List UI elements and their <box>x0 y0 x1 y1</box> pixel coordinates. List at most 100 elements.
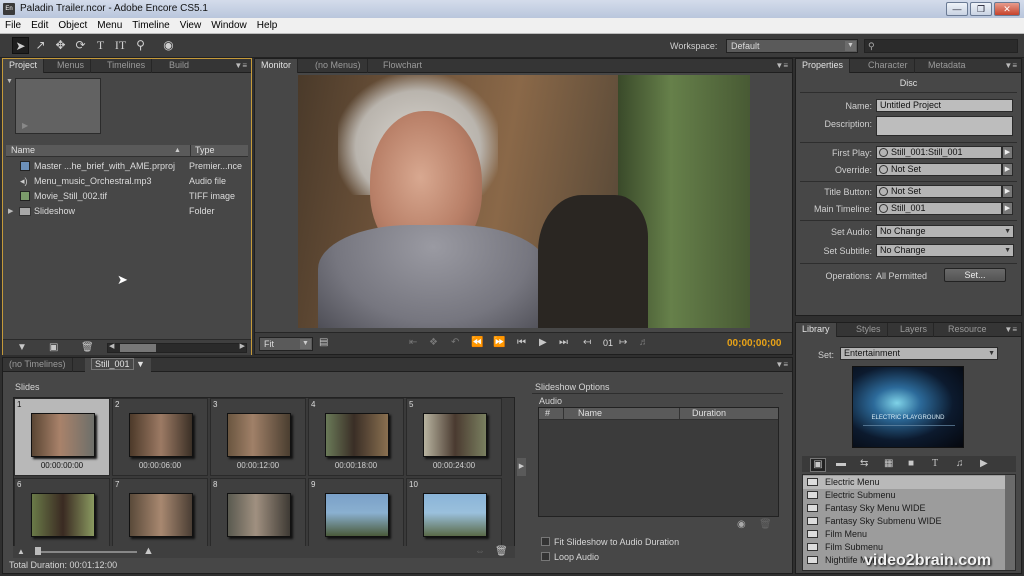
zoom-select[interactable]: Fit ▼ <box>259 337 313 351</box>
tab-metadata[interactable]: Metadata <box>922 59 972 73</box>
new-item-icon[interactable]: ▣ <box>49 342 58 354</box>
panel-menu-icon[interactable]: ▼≡ <box>1004 61 1017 70</box>
vertical-text-icon[interactable]: IT <box>112 37 129 54</box>
set-subtitle-select[interactable]: No Change ▼ <box>876 244 1014 257</box>
column-name[interactable]: Name <box>563 408 602 419</box>
audio-filter-icon[interactable]: ♫ <box>956 458 964 470</box>
image-filter-icon[interactable]: ⇆ <box>860 458 868 470</box>
project-item[interactable]: ◂) Menu_music_Orchestral.mp3 Audio file <box>6 174 248 189</box>
chapter-forward-icon[interactable]: ↦ <box>619 337 627 349</box>
slide-thumbnail[interactable]: 4 00:00:18:00 <box>308 398 404 476</box>
move-slides-icon[interactable]: ⇔ <box>475 546 485 558</box>
loop-audio-checkbox[interactable] <box>541 552 550 561</box>
tab-no-timelines[interactable]: (no Timelines) <box>3 358 73 372</box>
slide-thumbnail[interactable]: 9 <box>308 478 404 556</box>
pick-whip-icon[interactable] <box>879 187 888 196</box>
tab-layers[interactable]: Layers <box>894 323 935 337</box>
list-item[interactable]: Film Menu <box>803 528 1007 541</box>
column-name[interactable]: Name <box>11 145 35 156</box>
tab-project[interactable]: Project <box>3 59 45 73</box>
timecode-display[interactable]: 00;00;00;00 <box>727 338 781 349</box>
list-item[interactable]: Fantasy Sky Menu WIDE <box>803 502 1007 515</box>
column-number[interactable]: # <box>545 408 550 419</box>
replace-icon[interactable]: ▶ <box>980 458 988 470</box>
tab-no-menus[interactable]: (no Menus) <box>309 59 368 73</box>
preview-icon[interactable]: ◉ <box>160 37 177 54</box>
filter-icon[interactable]: ▼ <box>17 342 27 354</box>
button-filter-icon[interactable]: ▬ <box>836 458 846 470</box>
remove-audio-icon[interactable]: 🗑 <box>759 519 772 531</box>
description-field[interactable] <box>876 116 1013 136</box>
tab-monitor[interactable]: Monitor <box>255 59 299 73</box>
first-play-picker[interactable]: Still_001:Still_001 ▶ <box>876 146 1013 159</box>
project-item[interactable]: ▶ Slideshow Folder <box>6 204 248 219</box>
list-item[interactable]: Fantasy Sky Submenu WIDE <box>803 515 1007 528</box>
pick-whip-icon[interactable] <box>879 165 888 174</box>
override-picker[interactable]: Not Set ▶ <box>876 163 1013 176</box>
tab-library[interactable]: Library <box>796 323 837 337</box>
zoom-out-icon[interactable]: ▲ <box>17 546 25 558</box>
zoom-icon[interactable]: ⚲ <box>132 37 149 54</box>
pick-whip-icon[interactable] <box>879 204 888 213</box>
zoom-slider-handle[interactable] <box>35 547 41 555</box>
chapter-back-icon[interactable]: ↤ <box>583 337 591 349</box>
tab-menus[interactable]: Menus <box>51 59 92 73</box>
move-icon[interactable]: ✥ <box>52 37 69 54</box>
trash-icon[interactable]: 🗑 <box>81 342 94 354</box>
scroll-thumb[interactable] <box>120 344 156 352</box>
panel-menu-icon[interactable]: ▼≡ <box>234 61 247 70</box>
project-item[interactable]: Movie_Still_002.tif TIFF image <box>6 189 248 204</box>
zoom-slider[interactable] <box>37 551 137 553</box>
next-chapter-icon[interactable]: ⏭ <box>559 337 568 349</box>
main-timeline-picker[interactable]: Still_001 ▶ <box>876 202 1013 215</box>
panel-menu-icon[interactable]: ▼≡ <box>775 360 788 369</box>
delete-slide-icon[interactable]: 🗑 <box>495 546 508 558</box>
add-audio-icon[interactable]: ◉ <box>737 519 746 531</box>
zoom-in-icon[interactable]: ▲ <box>143 545 154 557</box>
list-item[interactable]: Electric Submenu <box>803 489 1007 502</box>
tab-character[interactable]: Character <box>862 59 915 73</box>
direct-select-icon[interactable]: ↗ <box>32 37 49 54</box>
menu-view[interactable]: View <box>175 18 207 31</box>
menu-edit[interactable]: Edit <box>26 18 53 31</box>
rewind-icon[interactable]: ⏪ <box>471 337 483 349</box>
panel-menu-icon[interactable]: ▼≡ <box>1004 325 1017 334</box>
tab-flowchart[interactable]: Flowchart <box>377 59 428 73</box>
slide-thumbnail[interactable]: 3 00:00:12:00 <box>210 398 306 476</box>
scroll-left-icon[interactable]: ◀ <box>109 342 114 350</box>
arrow-right-icon[interactable]: ▶ <box>1002 185 1013 198</box>
set-in-icon[interactable]: ⇤ <box>409 337 417 349</box>
slide-thumbnail[interactable]: 10 <box>406 478 502 556</box>
tab-timelines[interactable]: Timelines <box>101 59 153 73</box>
menu-file[interactable]: File <box>0 18 26 31</box>
vertical-scrollbar[interactable] <box>1005 475 1015 570</box>
slide-thumbnail[interactable]: 5 00:00:24:00 <box>406 398 502 476</box>
expand-triangle-icon[interactable]: ▶ <box>8 204 13 219</box>
collapse-triangle-icon[interactable]: ▼ <box>6 78 13 85</box>
tab-build[interactable]: Build <box>163 59 195 73</box>
set-operations-button[interactable]: Set... <box>944 268 1006 282</box>
arrow-right-icon[interactable]: ▶ <box>1002 202 1013 215</box>
play-button-icon[interactable]: ▶ <box>539 337 547 349</box>
folder-filter-icon[interactable]: ■ <box>908 458 914 470</box>
loop-icon[interactable]: ↶ <box>451 337 459 349</box>
tab-still-001[interactable]: Still_001 ▼ <box>85 358 151 372</box>
slide-thumbnail[interactable]: 1 00:00:00:00 <box>14 398 110 476</box>
insert-chapter-icon[interactable]: ❖ <box>429 337 438 349</box>
column-duration[interactable]: Duration <box>679 408 726 419</box>
collapse-options-icon[interactable]: ▶ <box>517 458 526 476</box>
scroll-right-icon[interactable]: ▶ <box>240 342 245 350</box>
menu-menu[interactable]: Menu <box>92 18 127 31</box>
horizontal-scrollbar[interactable]: ◀ ▶ <box>107 343 247 353</box>
arrow-right-icon[interactable]: ▶ <box>1002 146 1013 159</box>
workspace-select[interactable]: Default ▼ <box>726 39 858 53</box>
search-input[interactable]: ⚲ <box>864 39 1018 53</box>
forward-icon[interactable]: ⏩ <box>493 337 505 349</box>
menu-timeline[interactable]: Timeline <box>127 18 174 31</box>
list-item[interactable]: Electric Menu <box>803 476 1007 489</box>
menu-filter-icon[interactable]: ▣ <box>810 458 826 472</box>
maximize-button[interactable]: ❐ <box>970 2 992 16</box>
menu-help[interactable]: Help <box>252 18 283 31</box>
library-set-select[interactable]: Entertainment ▼ <box>840 347 998 360</box>
rotate-icon[interactable]: ⟳ <box>72 37 89 54</box>
